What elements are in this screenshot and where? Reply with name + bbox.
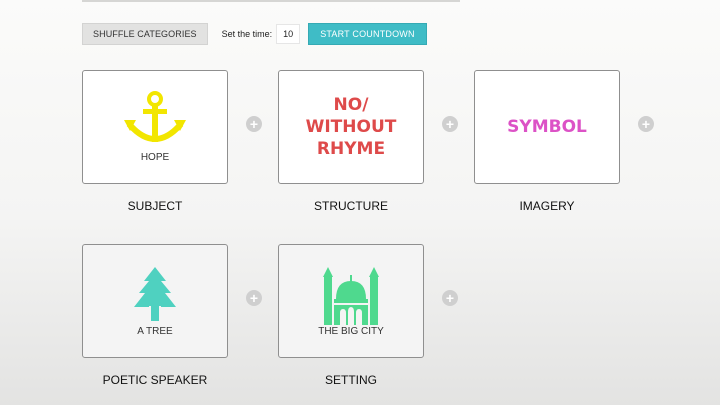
label-imagery: IMAGERY: [519, 199, 575, 213]
label-subject: SUBJECT: [127, 199, 183, 213]
anchor-icon: [124, 91, 186, 142]
top-divider: [82, 0, 460, 2]
card-setting-value: THE BIG CITY: [318, 326, 384, 337]
start-countdown-button[interactable]: START COUNTDOWN: [308, 23, 427, 45]
tree-icon: [134, 267, 176, 321]
card-subject-value: HOPE: [140, 152, 170, 163]
card-poetic-speaker[interactable]: A TREE: [82, 244, 228, 358]
plus-icon[interactable]: +: [442, 290, 458, 306]
card-setting[interactable]: THE BIG CITY: [278, 244, 424, 358]
time-input[interactable]: [276, 24, 301, 44]
card-poetic-speaker-value: A TREE: [137, 326, 173, 337]
card-structure-value: NO/ WITHOUT RHYME: [305, 95, 397, 159]
card-structure[interactable]: NO/ WITHOUT RHYME: [278, 70, 424, 184]
label-poetic-speaker: POETIC SPEAKER: [102, 373, 208, 387]
set-time-label: Set the time:: [221, 29, 273, 39]
plus-icon[interactable]: +: [246, 116, 262, 132]
toolbar: SHUFFLE CATEGORIES Set the time: START C…: [82, 22, 427, 46]
label-setting: SETTING: [324, 373, 377, 387]
label-structure: STRUCTURE: [314, 199, 388, 213]
card-subject[interactable]: HOPE: [82, 70, 228, 184]
card-imagery-value: SYMBOL: [507, 117, 587, 137]
plus-icon[interactable]: +: [246, 290, 262, 306]
shuffle-categories-button[interactable]: SHUFFLE CATEGORIES: [82, 23, 208, 45]
plus-icon[interactable]: +: [638, 116, 654, 132]
card-imagery[interactable]: SYMBOL: [474, 70, 620, 184]
plus-icon[interactable]: +: [442, 116, 458, 132]
mosque-icon: [323, 267, 379, 325]
